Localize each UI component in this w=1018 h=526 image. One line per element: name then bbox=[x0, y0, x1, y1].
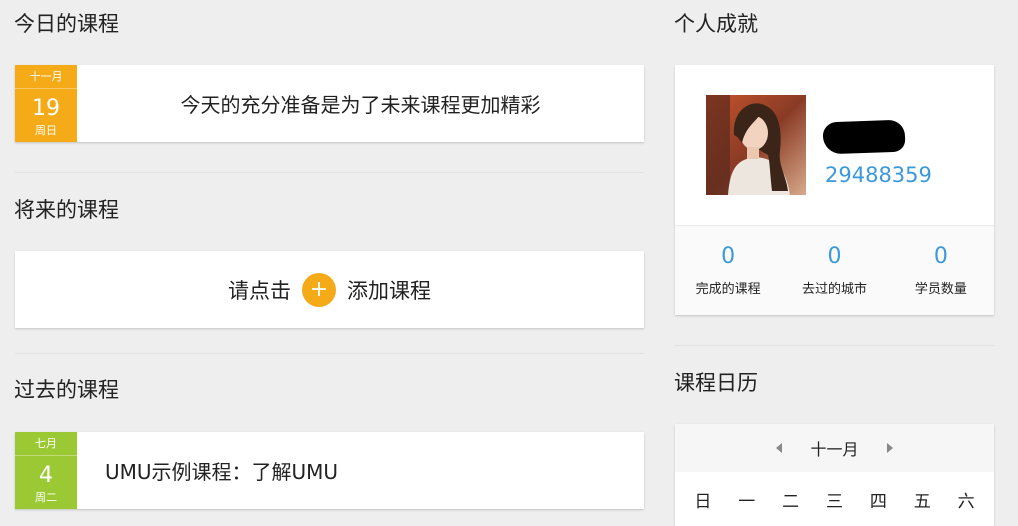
future-courses-title: 将来的课程 bbox=[14, 198, 119, 222]
today-courses-title: 今日的课程 bbox=[14, 12, 119, 36]
weekday-label: 四 bbox=[869, 492, 887, 512]
weekday-label: 三 bbox=[826, 492, 843, 512]
weekday-label: 二 bbox=[782, 492, 800, 512]
add-course-label: 添加课程 bbox=[347, 278, 431, 303]
calendar-month: 十一月 bbox=[810, 440, 859, 459]
achievement-stats: 0 完成的课程 0 去过的城市 0 学员数量 bbox=[675, 225, 994, 315]
calendar-header: 十一月 bbox=[675, 424, 994, 472]
prev-month-icon[interactable] bbox=[776, 443, 783, 453]
section-divider bbox=[15, 172, 644, 173]
weekday-label: 日 bbox=[694, 492, 712, 512]
badge-weekday: 周日 bbox=[35, 124, 57, 137]
add-course-card[interactable]: 请点击 + 添加课程 bbox=[15, 251, 644, 328]
course-calendar: 十一月 日 一 二 三 四 五 六 bbox=[675, 424, 994, 526]
stat-label: 完成的课程 bbox=[695, 282, 761, 297]
stat-label: 去过的城市 bbox=[801, 282, 867, 297]
badge-month: 十一月 bbox=[15, 65, 77, 89]
badge-day: 19 bbox=[32, 96, 60, 121]
weekday-label: 五 bbox=[913, 492, 931, 512]
user-id[interactable]: 29488359 bbox=[825, 163, 932, 187]
stat-visited-cities[interactable]: 0 去过的城市 bbox=[781, 226, 887, 315]
profile-card: 29488359 0 完成的课程 0 去过的城市 0 学员数量 bbox=[675, 65, 994, 315]
today-message: 今天的充分准备是为了未来课程更加精彩 bbox=[180, 93, 541, 117]
past-course-card[interactable]: 七月 4 周二 UMU示例课程：了解UMU bbox=[15, 432, 644, 509]
calendar-weekdays: 日 一 二 三 四 五 六 bbox=[675, 472, 994, 526]
badge-month: 七月 bbox=[15, 432, 77, 456]
achievements-title: 个人成就 bbox=[674, 12, 758, 36]
stat-value: 0 bbox=[827, 244, 842, 269]
redacted-username bbox=[822, 119, 906, 155]
add-course-prefix: 请点击 bbox=[228, 278, 291, 303]
stat-label: 学员数量 bbox=[914, 282, 967, 297]
badge-day: 4 bbox=[39, 463, 53, 488]
weekday-label: 六 bbox=[957, 492, 975, 512]
today-course-card[interactable]: 十一月 19 周日 今天的充分准备是为了未来课程更加精彩 bbox=[15, 65, 644, 142]
past-date-badge: 七月 4 周二 bbox=[15, 432, 77, 509]
avatar-photo bbox=[706, 95, 806, 195]
user-avatar[interactable] bbox=[706, 95, 806, 195]
stat-completed-courses[interactable]: 0 完成的课程 bbox=[675, 226, 781, 315]
plus-icon[interactable]: + bbox=[302, 272, 336, 307]
stat-student-count[interactable]: 0 学员数量 bbox=[888, 226, 994, 315]
add-course-button[interactable]: 请点击 + 添加课程 bbox=[15, 251, 644, 328]
stat-value: 0 bbox=[721, 244, 736, 269]
calendar-title: 课程日历 bbox=[674, 371, 758, 395]
stat-value: 0 bbox=[933, 244, 948, 269]
today-date-badge: 十一月 19 周日 bbox=[15, 65, 77, 142]
section-divider bbox=[15, 353, 644, 354]
weekday-label: 一 bbox=[738, 492, 756, 512]
section-divider bbox=[675, 345, 994, 346]
badge-weekday: 周二 bbox=[35, 491, 57, 504]
next-month-icon[interactable] bbox=[886, 443, 893, 453]
past-course-title[interactable]: UMU示例课程：了解UMU bbox=[105, 432, 338, 509]
past-courses-title: 过去的课程 bbox=[14, 378, 119, 402]
